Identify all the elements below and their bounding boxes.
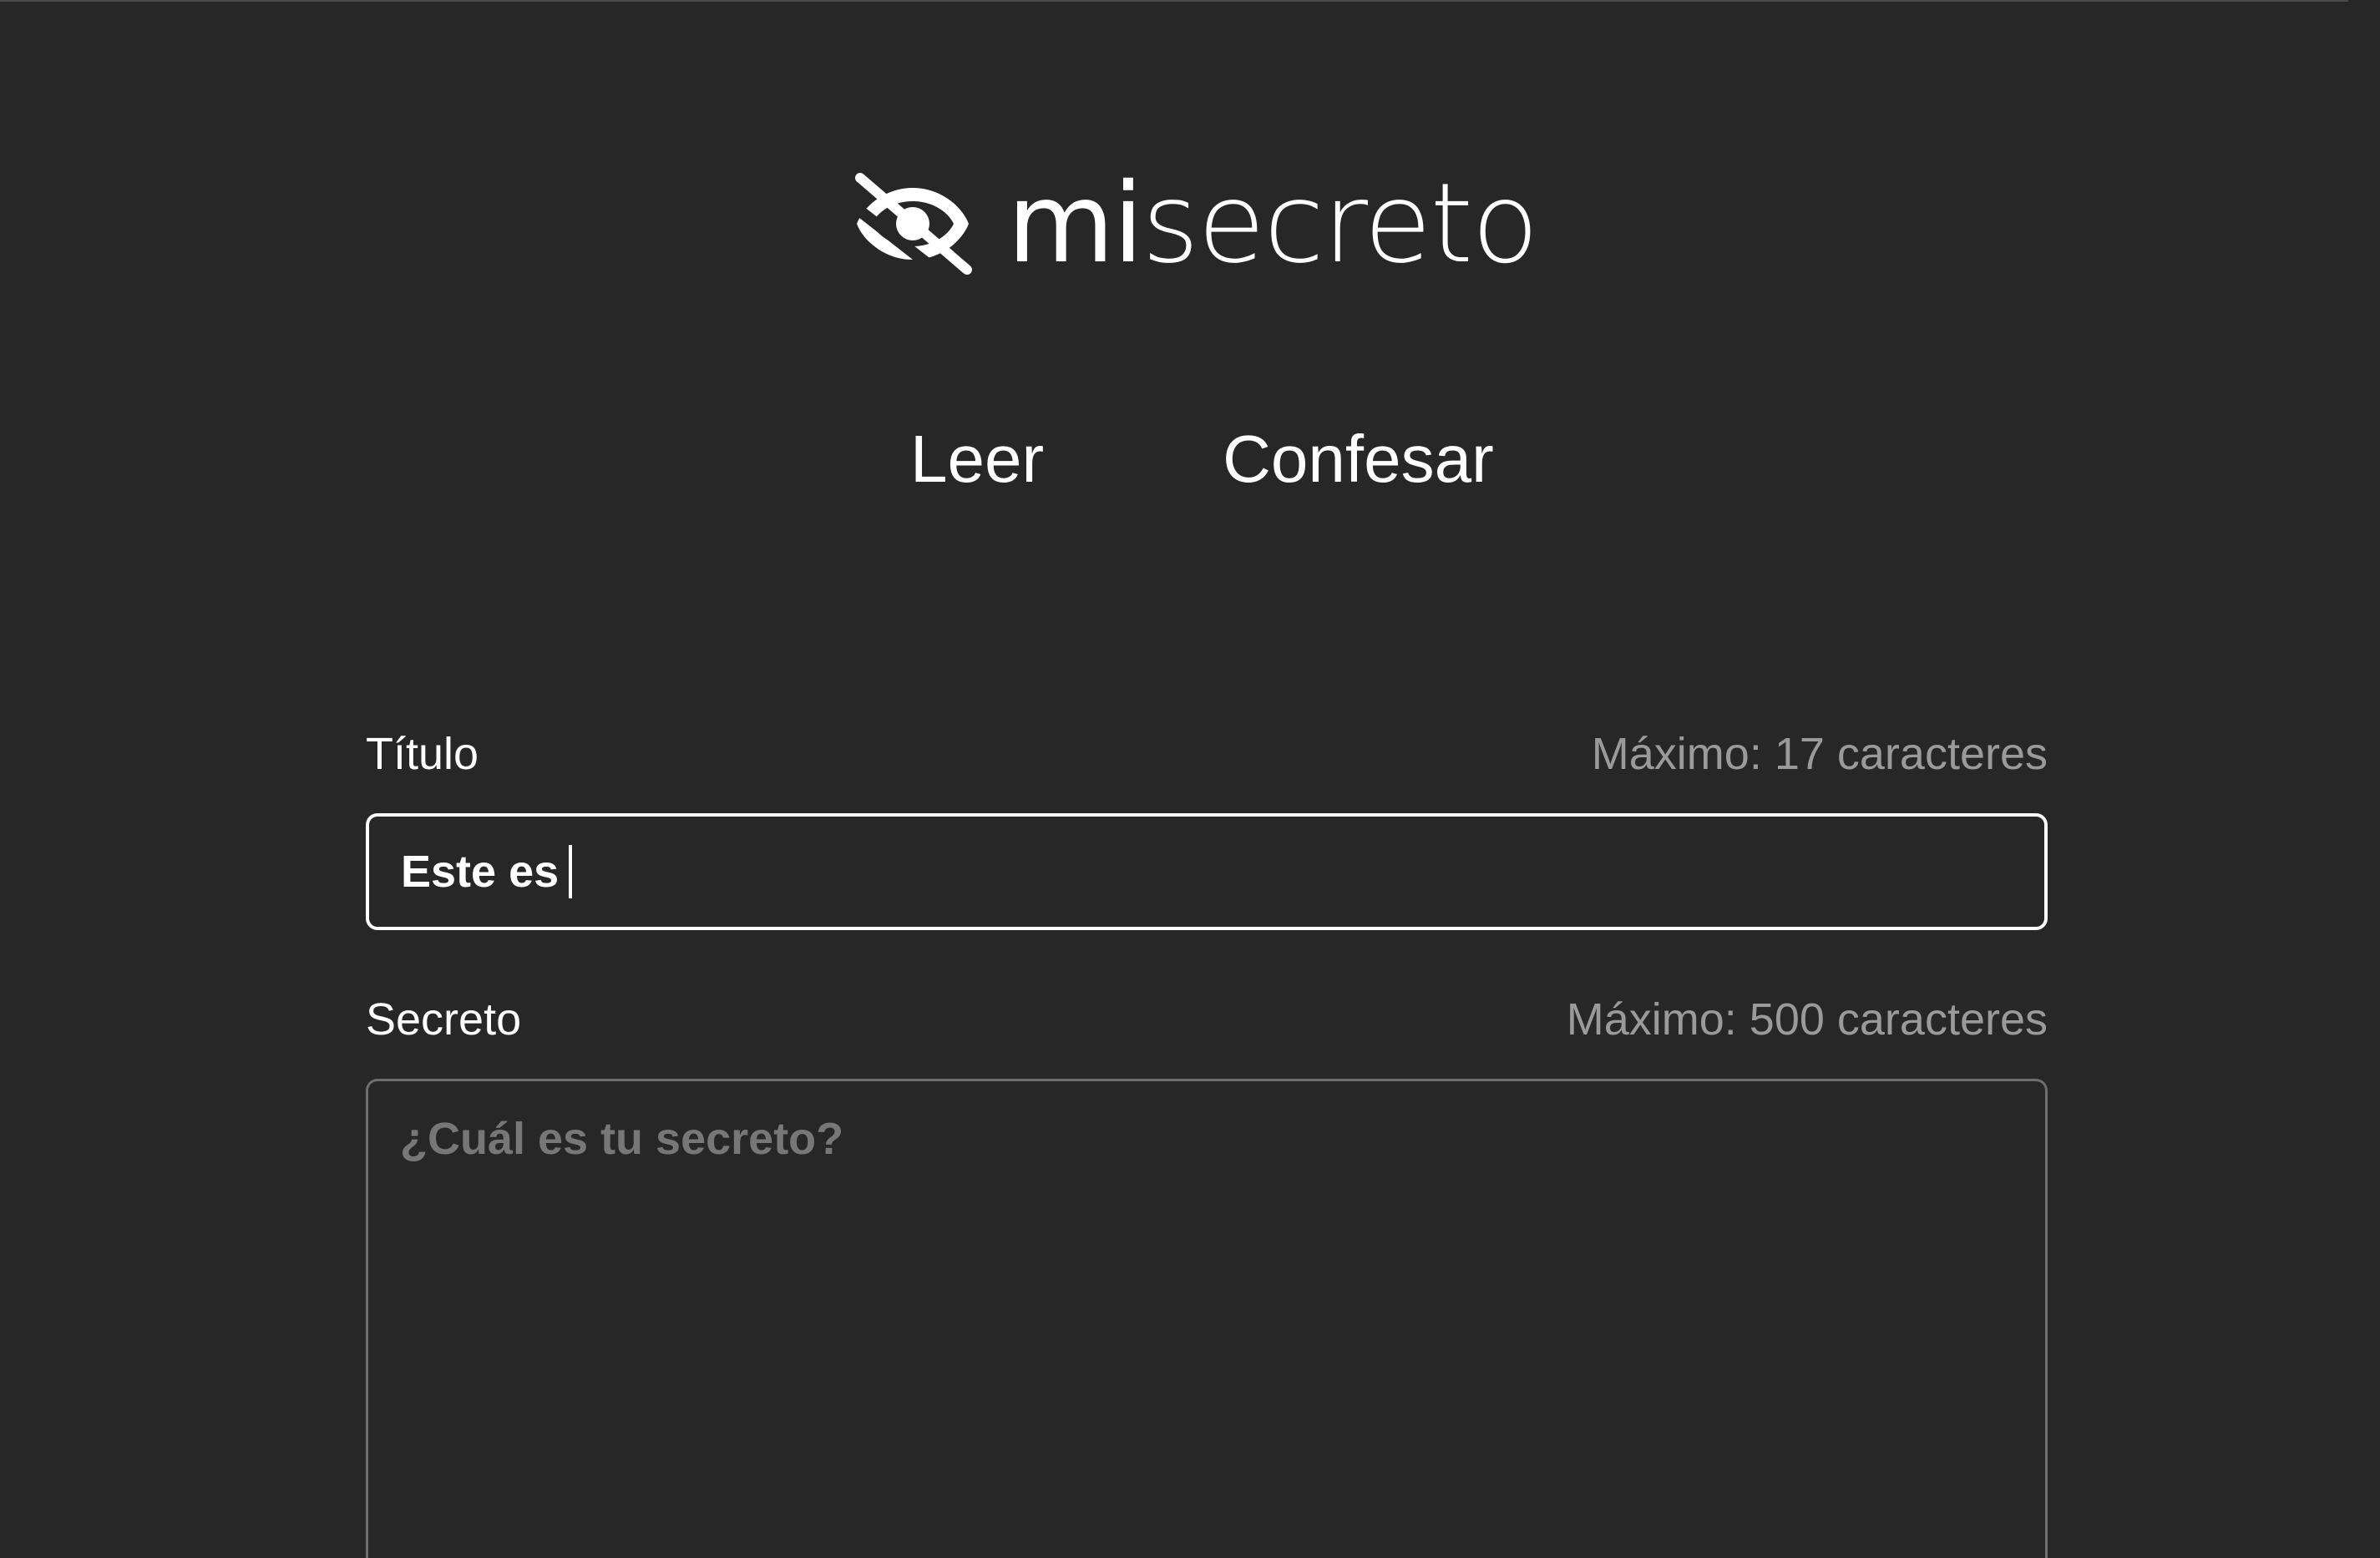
text-caret bbox=[569, 845, 573, 898]
logo[interactable]: misecreto bbox=[852, 165, 1539, 282]
confession-form: Título Máximo: 17 caracteres Este es Sec… bbox=[366, 725, 2048, 1558]
nav-confess-link[interactable]: Confesar bbox=[1223, 426, 1494, 493]
secret-placeholder: ¿Cuál es tu secreto? bbox=[400, 1114, 844, 1164]
logo-wordmark-prefix: mi bbox=[1007, 159, 1143, 288]
logo-wordmark-suffix: secreto bbox=[1142, 159, 1539, 288]
title-input-value: Este es bbox=[401, 847, 560, 897]
nav-read-link[interactable]: Leer bbox=[910, 426, 1044, 493]
top-divider bbox=[0, 0, 2348, 2]
secret-label: Secreto bbox=[366, 994, 522, 1045]
main-nav: Leer Confesar bbox=[910, 426, 1494, 493]
title-label: Título bbox=[366, 729, 479, 779]
title-max-hint: Máximo: 17 caracteres bbox=[1591, 729, 2048, 779]
title-input[interactable]: Este es bbox=[366, 813, 2048, 930]
title-field-header: Título Máximo: 17 caracteres bbox=[366, 725, 2048, 783]
secret-field-header: Secreto Máximo: 500 caracteres bbox=[366, 990, 2048, 1049]
eye-slash-icon bbox=[852, 173, 972, 276]
logo-wordmark: misecreto bbox=[1007, 169, 1539, 279]
secret-textarea[interactable]: ¿Cuál es tu secreto? bbox=[366, 1079, 2048, 1558]
secret-max-hint: Máximo: 500 caracteres bbox=[1566, 994, 2048, 1045]
